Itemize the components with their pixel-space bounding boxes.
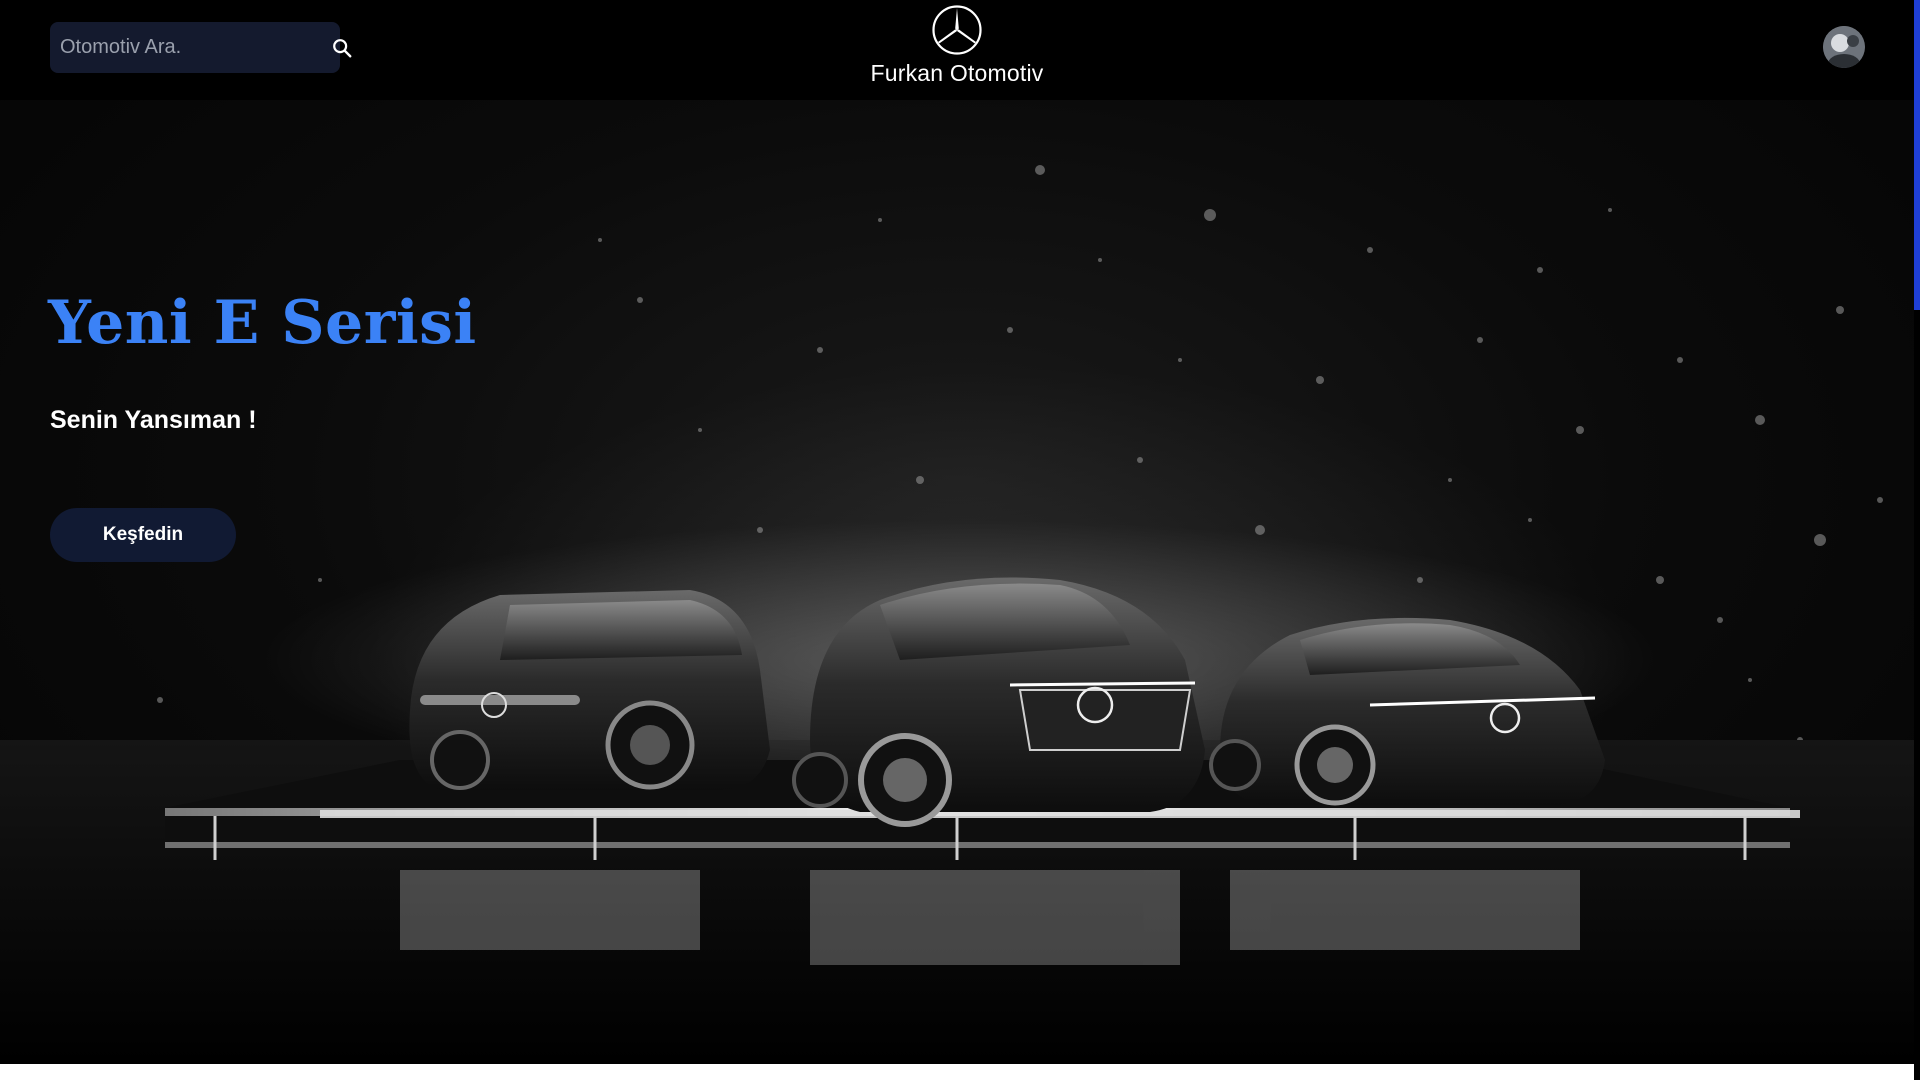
- brand[interactable]: Furkan Otomotiv: [850, 4, 1064, 87]
- hero-title: Yeni E Serisi: [48, 288, 477, 358]
- three-pointed-star-logo-icon: [932, 5, 982, 55]
- search-icon: [333, 38, 352, 57]
- avatar-icon: [1823, 26, 1865, 68]
- user-avatar[interactable]: [1823, 26, 1865, 68]
- search-box: [50, 22, 352, 73]
- brand-name: Furkan Otomotiv: [870, 60, 1044, 86]
- top-navbar: Furkan Otomotiv: [0, 0, 1914, 100]
- explore-button[interactable]: Keşfedin: [50, 508, 236, 562]
- three-electric-suvs-on-lit-platform-icon: [0, 165, 1914, 1064]
- page: Furkan Otomotiv: [0, 0, 1920, 1080]
- hero-section: Yeni E Serisi Senin Yansıman ! Keşfedin: [0, 100, 1914, 1064]
- scrollbar-thumb[interactable]: [1914, 0, 1920, 310]
- left-suv-icon: [409, 590, 770, 790]
- hero-subtitle: Senin Yansıman !: [50, 406, 257, 434]
- search-button[interactable]: [331, 22, 353, 73]
- search-input[interactable]: [50, 22, 325, 73]
- bottom-strip: [0, 1064, 1914, 1080]
